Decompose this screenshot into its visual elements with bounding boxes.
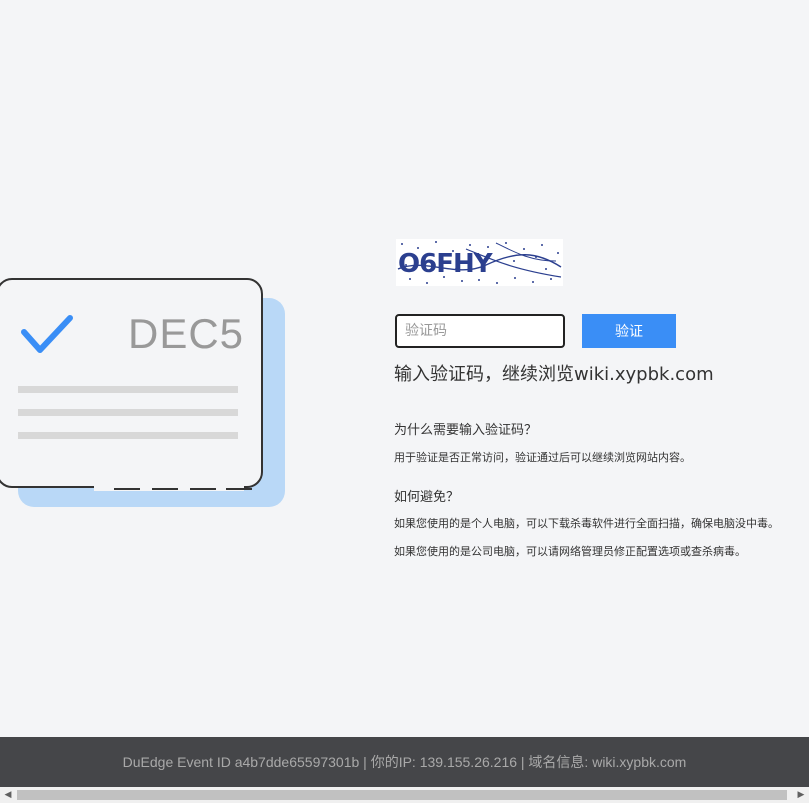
faq-avoid-text-1: 如果您使用的是个人电脑，可以下载杀毒软件进行全面扫描，确保电脑没中毒。 <box>394 517 779 530</box>
illustration: DEC5 <box>0 0 300 803</box>
captcha-input[interactable] <box>395 314 565 348</box>
card-dash <box>226 488 252 490</box>
card-dash <box>152 488 178 490</box>
captcha-text: O6FHY <box>398 249 494 279</box>
captcha-noise: O6FHY <box>397 241 562 284</box>
captcha-prompt: 输入验证码，继续浏览wiki.xypbk.com <box>394 364 714 385</box>
card-line <box>18 386 238 393</box>
faq-avoid-title: 如何避免？ <box>394 490 460 505</box>
chevron-left-icon[interactable]: ◀ <box>0 787 16 803</box>
chevron-right-icon[interactable]: ▶ <box>793 787 809 803</box>
faq-why-title: 为什么需要输入验证码？ <box>394 423 538 438</box>
check-icon <box>21 315 73 353</box>
horizontal-scrollbar[interactable]: ◀ ▶ <box>0 787 809 803</box>
footer-text: DuEdge Event ID a4b7dde65597301b | 你的IP:… <box>122 754 687 770</box>
card-dash <box>190 488 216 490</box>
footer: DuEdge Event ID a4b7dde65597301b | 你的IP:… <box>0 737 809 787</box>
illustration-card: DEC5 <box>0 278 263 491</box>
card-dash <box>114 488 140 490</box>
captcha-image[interactable]: O6FHY <box>396 239 563 286</box>
scrollbar-thumb[interactable] <box>17 790 787 800</box>
faq-avoid-text-2: 如果您使用的是公司电脑，可以请网络管理员修正配置选项或查杀病毒。 <box>394 545 746 558</box>
card-line <box>18 432 238 439</box>
card-code: DEC5 <box>128 310 245 357</box>
card-line <box>18 409 238 416</box>
faq-why-text: 用于验证是否正常访问，验证通过后可以继续浏览网站内容。 <box>394 451 691 464</box>
verify-button[interactable]: 验证 <box>582 314 676 348</box>
